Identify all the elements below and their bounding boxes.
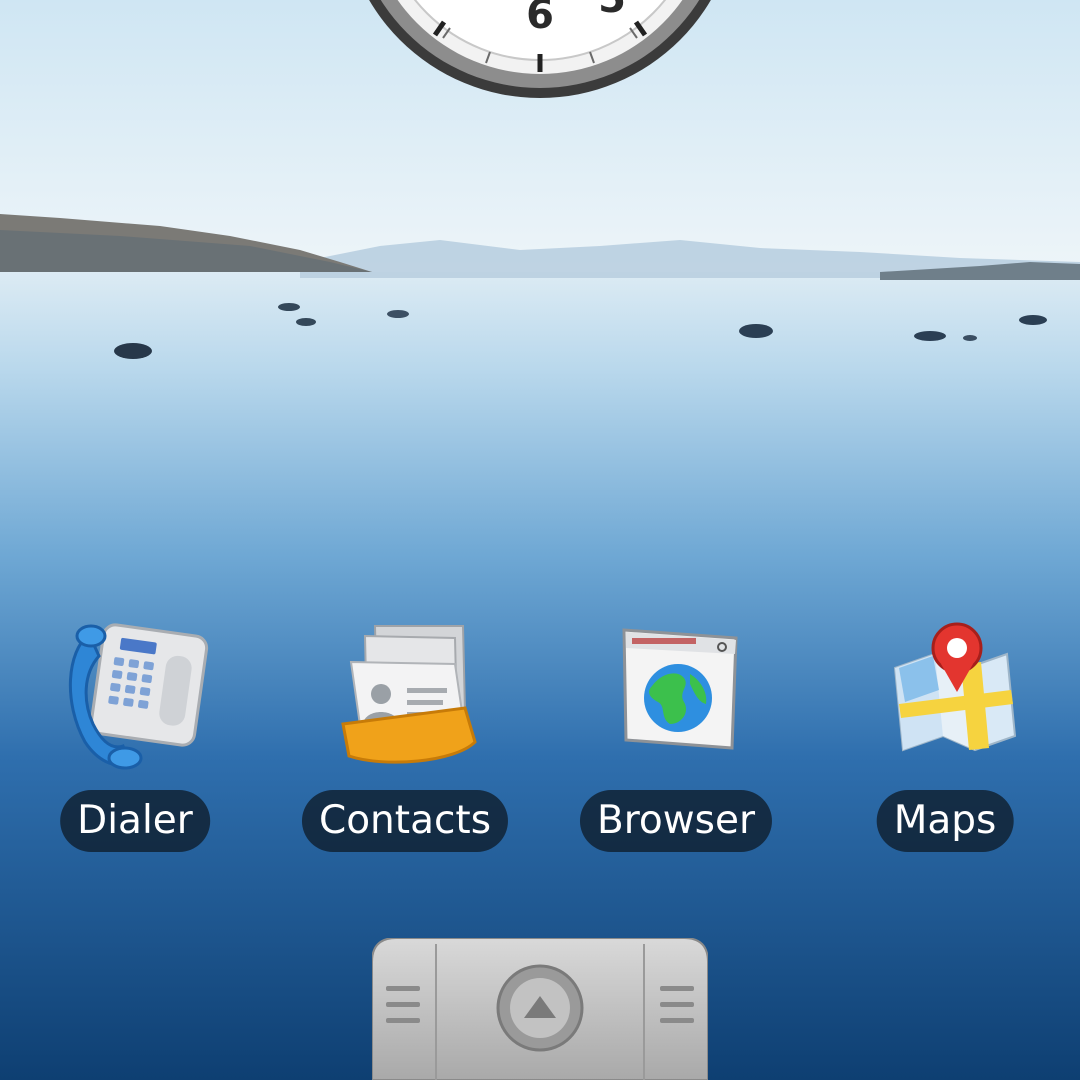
clock-face-icon: 6 5 (369, 0, 711, 98)
drawer-tab (371, 937, 709, 1081)
app-browser[interactable]: Browser (561, 612, 791, 862)
app-dialer[interactable]: Dialer (20, 612, 250, 862)
clock-numeral-6: 6 (526, 0, 554, 38)
chevron-up-icon (496, 964, 584, 1052)
app-label-browser: Browser (579, 790, 773, 852)
analog-clock-widget[interactable]: 6 5 (340, 0, 740, 110)
contacts-icon (341, 625, 477, 764)
wallpaper (0, 0, 1080, 1080)
app-label-dialer: Dialer (60, 790, 210, 852)
clock-numeral-5: 5 (598, 0, 626, 22)
browser-icon (622, 628, 738, 750)
app-label-contacts: Contacts (301, 790, 509, 852)
maps-icon (893, 622, 1017, 752)
lake-wallpaper-image (0, 0, 1080, 1080)
app-drawer-handle[interactable] (371, 937, 709, 1081)
app-maps[interactable]: Maps (830, 612, 1060, 862)
app-label-maps: Maps (876, 790, 1014, 852)
dialer-icon (68, 623, 209, 770)
app-contacts[interactable]: Contacts (290, 612, 520, 862)
